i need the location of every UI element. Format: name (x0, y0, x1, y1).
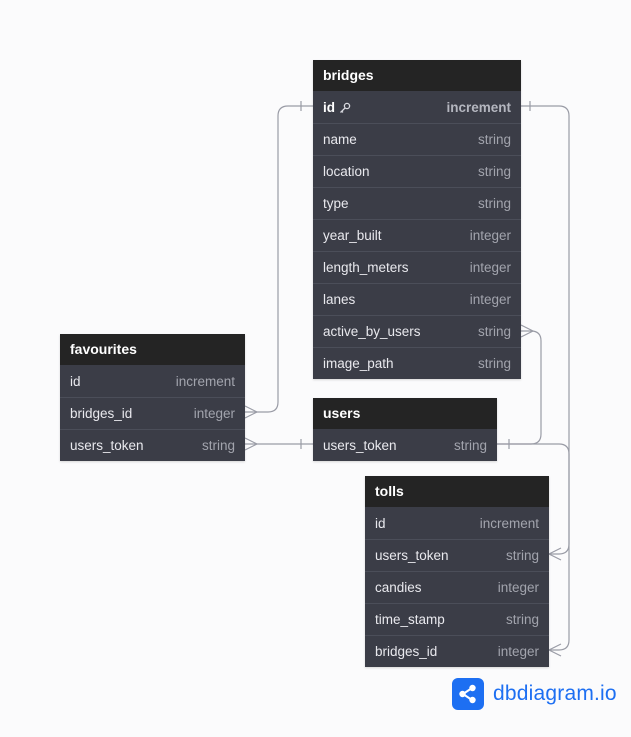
table-favourites[interactable]: favourites id increment bridges_id integ… (60, 334, 245, 461)
field-name: candies (375, 580, 422, 595)
field-row-name[interactable]: name string (313, 123, 521, 155)
field-row-id[interactable]: id increment (365, 507, 549, 539)
table-fields: id increment bridges_id integer users_to… (60, 365, 245, 461)
brand-name: dbdiagram.io (493, 682, 617, 705)
field-name: name (323, 132, 357, 147)
field-type: integer (193, 406, 235, 421)
field-row-type[interactable]: type string (313, 187, 521, 219)
field-type: integer (469, 228, 511, 243)
field-name: type (323, 196, 349, 211)
field-name: id (70, 373, 81, 389)
field-name-with-key: id (323, 100, 351, 115)
field-row-year-built[interactable]: year_built integer (313, 219, 521, 251)
field-type: string (477, 356, 511, 371)
field-type: integer (497, 580, 539, 595)
field-row-time-stamp[interactable]: time_stamp string (365, 603, 549, 635)
field-type: increment (479, 515, 539, 531)
field-type: integer (469, 292, 511, 307)
field-type: string (505, 612, 539, 627)
field-name: users_token (323, 437, 397, 453)
table-users[interactable]: users users_token string (313, 398, 497, 461)
field-name: lanes (323, 292, 356, 307)
brand-watermark[interactable]: dbdiagram.io (452, 678, 617, 710)
field-row-users-token[interactable]: users_token string (60, 429, 245, 461)
field-row-bridges-id[interactable]: bridges_id integer (365, 635, 549, 667)
field-row-users-token[interactable]: users_token string (313, 429, 497, 461)
field-name: image_path (323, 356, 394, 371)
field-name: location (323, 164, 370, 179)
table-title[interactable]: users (313, 398, 497, 429)
field-row-candies[interactable]: candies integer (365, 571, 549, 603)
table-title[interactable]: bridges (313, 60, 521, 91)
field-type: integer (469, 260, 511, 275)
field-row-id[interactable]: id increment (313, 91, 521, 123)
table-fields: id increment users_token string candies … (365, 507, 549, 667)
table-fields: id increment name string location string… (313, 91, 521, 379)
field-type: string (477, 324, 511, 339)
field-type: string (505, 548, 539, 563)
field-row-location[interactable]: location string (313, 155, 521, 187)
field-name: id (323, 99, 335, 115)
field-row-lanes[interactable]: lanes integer (313, 283, 521, 315)
field-type: string (477, 196, 511, 211)
field-row-image-path[interactable]: image_path string (313, 347, 521, 379)
field-name: bridges_id (375, 644, 438, 659)
field-row-length-meters[interactable]: length_meters integer (313, 251, 521, 283)
field-name: bridges_id (70, 406, 133, 421)
field-type: increment (446, 99, 511, 115)
key-icon (340, 102, 351, 113)
field-type: string (453, 437, 487, 453)
field-name: time_stamp (375, 612, 445, 627)
field-name: id (375, 515, 386, 531)
field-name: users_token (375, 548, 449, 563)
field-row-bridges-id[interactable]: bridges_id integer (60, 397, 245, 429)
table-bridges[interactable]: bridges id increment name string locatio… (313, 60, 521, 379)
table-fields: users_token string (313, 429, 497, 461)
table-title[interactable]: favourites (60, 334, 245, 365)
table-tolls[interactable]: tolls id increment users_token string ca… (365, 476, 549, 667)
field-type: integer (497, 644, 539, 659)
table-title[interactable]: tolls (365, 476, 549, 507)
field-name: active_by_users (323, 324, 421, 339)
field-name: year_built (323, 228, 382, 243)
diagram-canvas[interactable]: bridges id increment name string locatio… (0, 0, 631, 737)
connector-favourites-bridges (245, 105, 313, 413)
field-type: increment (175, 373, 235, 389)
field-row-active-by-users[interactable]: active_by_users string (313, 315, 521, 347)
field-row-users-token[interactable]: users_token string (365, 539, 549, 571)
field-type: string (477, 164, 511, 179)
field-name: length_meters (323, 260, 409, 275)
share-nodes-icon (452, 678, 484, 710)
field-type: string (201, 438, 235, 453)
field-type: string (477, 132, 511, 147)
field-row-id[interactable]: id increment (60, 365, 245, 397)
field-name: users_token (70, 438, 144, 453)
